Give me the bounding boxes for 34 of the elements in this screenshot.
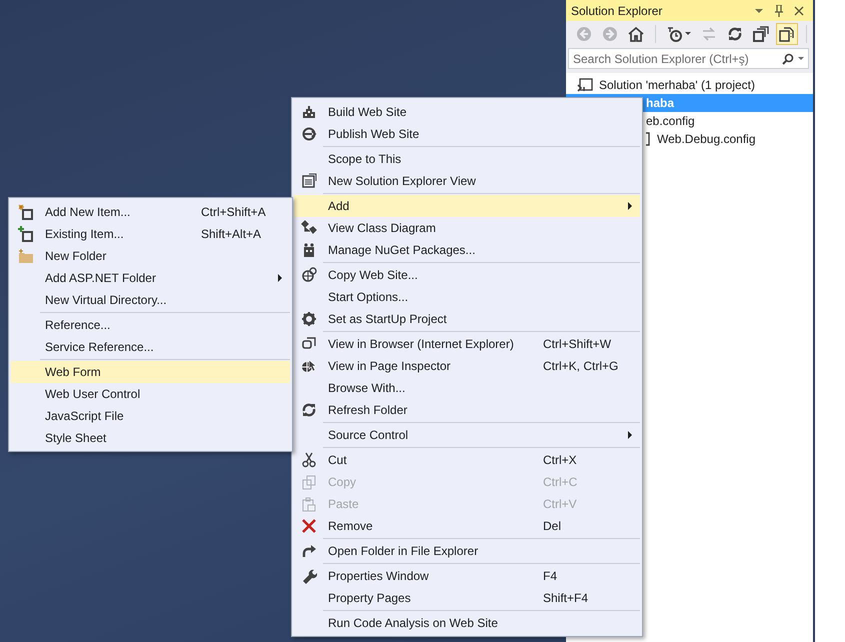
menu-item[interactable]: Add	[294, 195, 640, 217]
menu-item[interactable]: Existing Item... Shift+Alt+A	[11, 223, 290, 245]
menu-item[interactable]: View in Page Inspector Ctrl+K, Ctrl+G	[294, 355, 640, 377]
menu-item[interactable]: Source Control	[294, 424, 640, 446]
menu-item[interactable]: Properties Window F4	[294, 565, 640, 587]
menu-item[interactable]: Web User Control	[11, 383, 290, 405]
menu-item[interactable]: Add ASP.NET Folder	[11, 267, 290, 289]
menu-item[interactable]: New Virtual Directory...	[11, 289, 290, 311]
tree-item[interactable]: Solution 'merhaba' (1 project)	[566, 76, 813, 94]
menu-item[interactable]: Start Options...	[294, 286, 640, 308]
menu-item[interactable]: JavaScript File	[11, 405, 290, 427]
menu-item[interactable]: Refresh Folder	[294, 399, 640, 421]
menu-item[interactable]: Browse With...	[294, 377, 640, 399]
search-placeholder: Search Solution Explorer (Ctrl+ş)	[573, 52, 750, 66]
menu-item[interactable]: Cut Ctrl+X	[294, 449, 640, 471]
menu-item[interactable]: Remove Del	[294, 515, 640, 537]
menu-item[interactable]: Copy Web Site...	[294, 264, 640, 286]
menu-item[interactable]: New Solution Explorer View	[294, 170, 640, 192]
menu-item[interactable]: Scope to This	[294, 148, 640, 170]
menu-item[interactable]: Set as StartUp Project	[294, 308, 640, 330]
search-field[interactable]: Search Solution Explorer (Ctrl+ş)	[568, 48, 809, 69]
menu-item[interactable]: Service Reference...	[11, 336, 290, 358]
menu-item[interactable]: Reference...	[11, 314, 290, 336]
menu-item[interactable]: View in Browser (Internet Explorer) Ctrl+Shift+W	[294, 333, 640, 355]
menu-item[interactable]: Property Pages Shift+F4	[294, 587, 640, 609]
menu-item[interactable]: Style Sheet	[11, 427, 290, 449]
menu-item[interactable]: New Folder	[11, 245, 290, 267]
menu-item[interactable]: Manage NuGet Packages...	[294, 239, 640, 261]
menu-item[interactable]: Run Code Analysis on Web Site	[294, 612, 640, 634]
menu-item[interactable]: Web Form	[11, 361, 290, 383]
menu-item[interactable]: Open Folder in File Explorer	[294, 540, 640, 562]
menu-item[interactable]: Add New Item... Ctrl+Shift+A	[11, 201, 290, 223]
panel-title: Solution Explorer	[571, 4, 664, 18]
menu-item[interactable]: View Class Diagram	[294, 217, 640, 239]
